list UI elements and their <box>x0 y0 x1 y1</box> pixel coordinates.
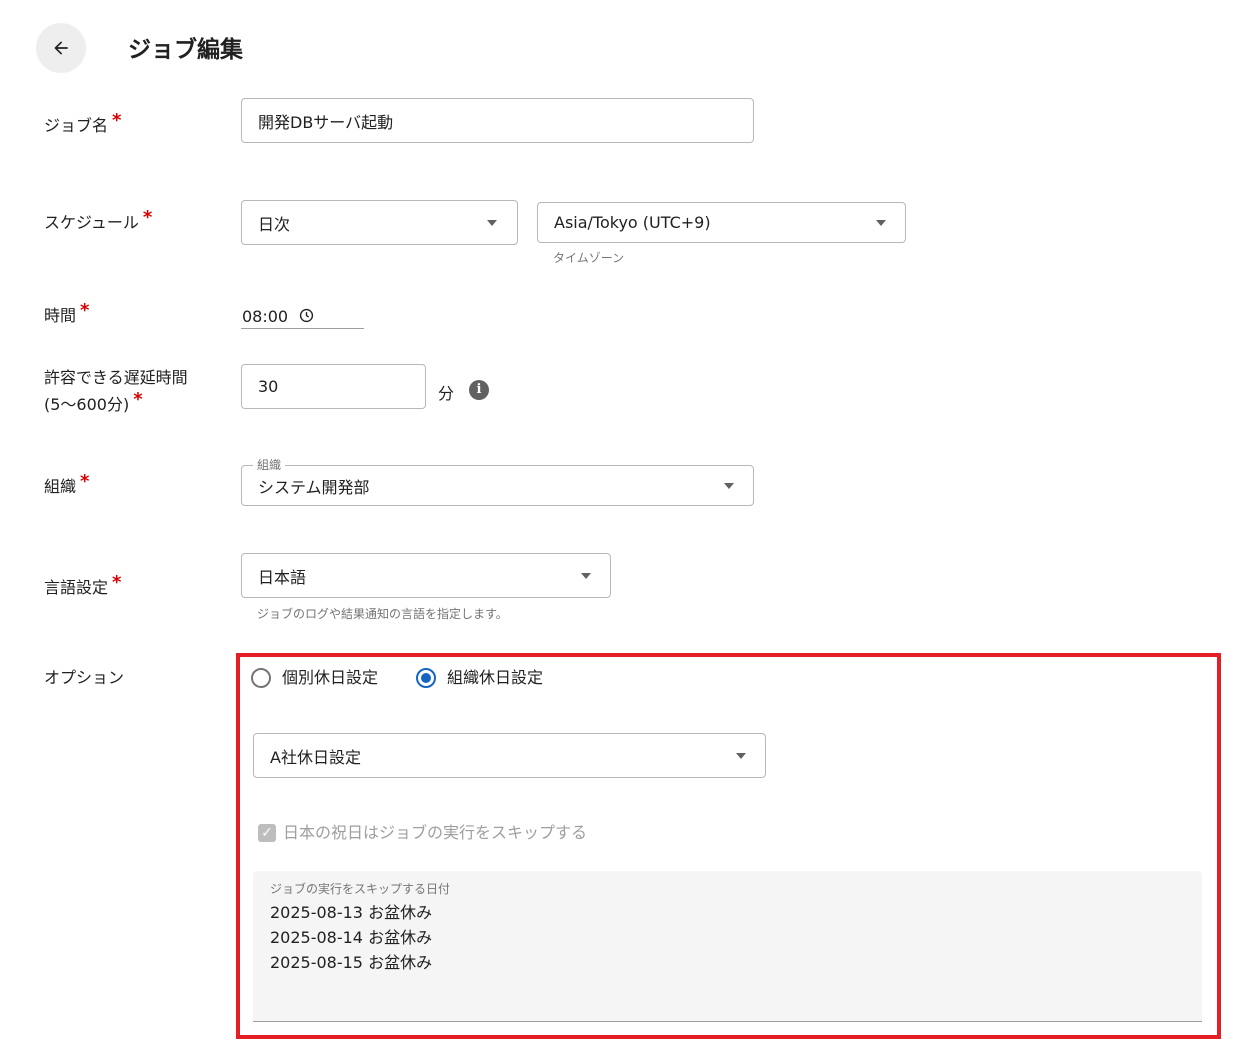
page-title: ジョブ編集 <box>128 37 243 63</box>
skip-dates-label: ジョブの実行をスキップする日付 <box>270 882 451 896</box>
job-name-label: ジョブ名 * <box>44 110 122 135</box>
job-name-value: 開発DBサーバ起動 <box>258 112 394 132</box>
individual-holiday-label[interactable]: 個別休日設定 <box>282 668 378 688</box>
dropdown-arrow-icon <box>876 219 886 226</box>
schedule-label: スケジュール * <box>44 207 153 232</box>
skip-holidays-checkbox[interactable]: ✓ <box>258 824 276 842</box>
organization-holiday-label[interactable]: 組織休日設定 <box>447 668 543 688</box>
time-label: 時間 * <box>44 300 90 325</box>
language-helper: ジョブのログや結果通知の言語を指定します。 <box>257 607 508 621</box>
time-value: 08:00 <box>242 307 289 326</box>
delay-label-line2: (5〜600分) * <box>44 389 143 414</box>
required-mark: * <box>80 471 90 492</box>
organization-select[interactable]: 組織 システム開発部 <box>241 458 754 506</box>
timezone-helper: タイムゾーン <box>553 251 625 265</box>
holiday-setting-select[interactable]: A社休日設定 <box>253 733 766 778</box>
info-icon[interactable]: i <box>469 380 489 400</box>
language-value: 日本語 <box>258 567 307 587</box>
skip-date-line: 2025-08-13 お盆休み <box>270 903 433 922</box>
organization-holiday-radio[interactable] <box>416 668 436 688</box>
back-button[interactable] <box>36 23 86 73</box>
language-select[interactable]: 日本語 <box>241 553 611 598</box>
skip-date-line: 2025-08-14 お盆休み <box>270 928 433 947</box>
required-mark: * <box>142 207 153 228</box>
organization-legend: 組織 <box>253 458 286 472</box>
delay-input[interactable]: 30 <box>241 364 426 409</box>
language-label: 言語設定 * <box>44 572 122 597</box>
delay-value: 30 <box>258 377 279 396</box>
clock-icon[interactable] <box>299 308 314 323</box>
delay-unit: 分 <box>438 384 455 403</box>
arrow-left-icon <box>54 41 68 55</box>
delay-label-line1: 許容できる遅延時間 <box>44 368 188 387</box>
individual-holiday-radio[interactable] <box>251 668 271 688</box>
timezone-value: Asia/Tokyo (UTC+9) <box>554 213 711 232</box>
dropdown-arrow-icon <box>581 572 591 579</box>
dropdown-arrow-icon <box>487 219 497 226</box>
organization-value: システム開発部 <box>258 477 370 497</box>
schedule-frequency-select[interactable]: 日次 <box>241 200 518 245</box>
required-mark: * <box>112 110 122 131</box>
timezone-select[interactable]: Asia/Tokyo (UTC+9) <box>537 202 906 243</box>
time-input[interactable]: 08:00 <box>241 305 364 329</box>
required-mark: * <box>112 572 122 593</box>
required-mark: * <box>80 300 90 321</box>
dropdown-arrow-icon <box>736 752 746 759</box>
holiday-setting-value: A社休日設定 <box>270 747 361 767</box>
required-mark: * <box>133 389 143 410</box>
skip-holidays-label[interactable]: 日本の祝日はジョブの実行をスキップする <box>283 823 587 843</box>
schedule-frequency-value: 日次 <box>258 214 291 234</box>
skip-date-line: 2025-08-15 お盆休み <box>270 953 433 972</box>
skip-dates-textarea[interactable]: ジョブの実行をスキップする日付 2025-08-13 お盆休み 2025-08-… <box>253 871 1202 1022</box>
dropdown-arrow-icon <box>724 482 734 489</box>
options-label: オプション <box>44 668 125 687</box>
job-name-input[interactable]: 開発DBサーバ起動 <box>241 98 754 143</box>
organization-label: 組織 * <box>44 471 90 496</box>
